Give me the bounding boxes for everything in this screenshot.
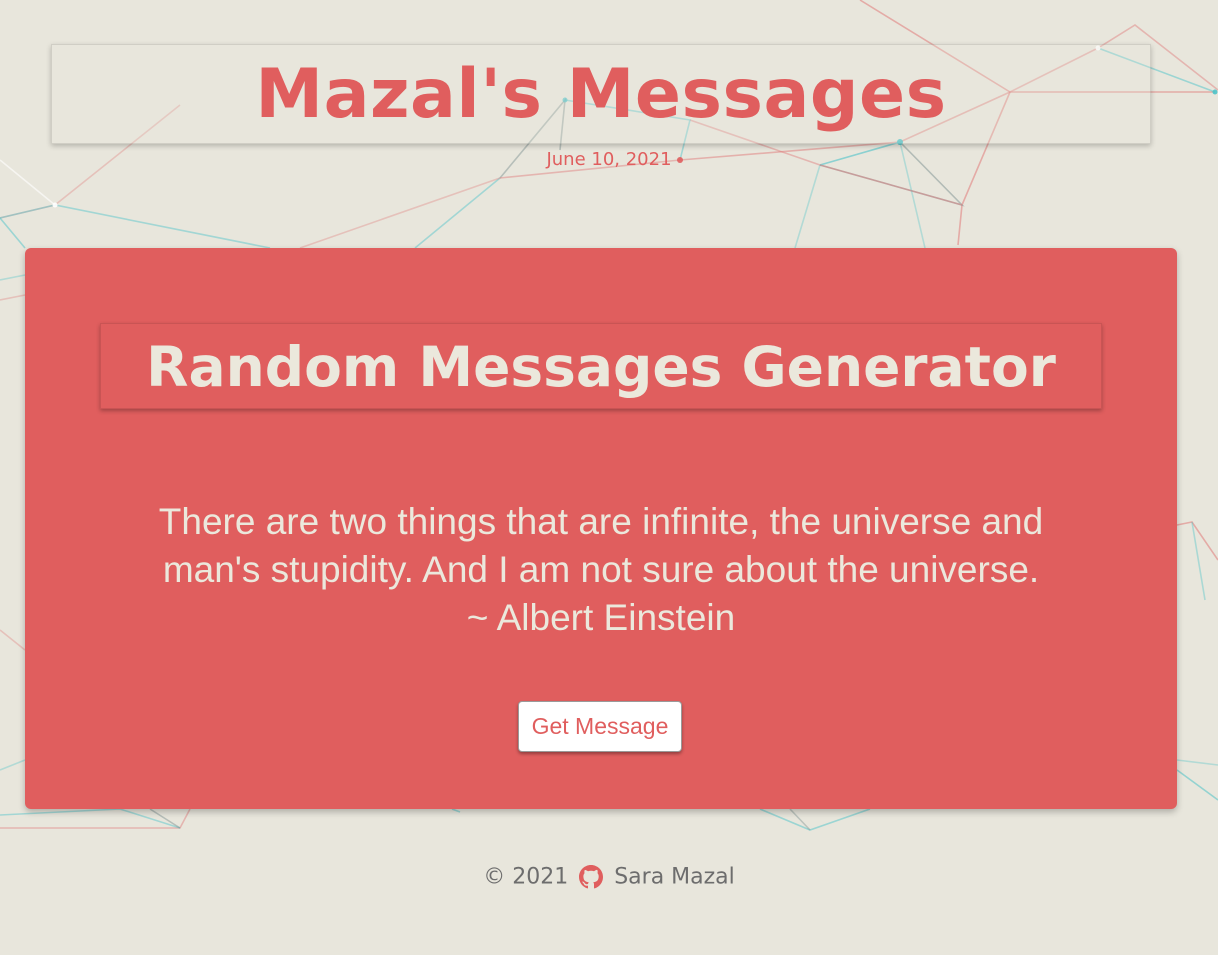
message-card: Random Messages Generator There are two … bbox=[25, 248, 1177, 809]
footer-author-link[interactable]: Sara Mazal bbox=[614, 865, 735, 890]
site-header: Mazal's Messages bbox=[51, 44, 1151, 144]
quote-text: There are two things that are infinite, … bbox=[158, 501, 1044, 590]
footer: © 2021 Sara Mazal bbox=[0, 864, 1218, 890]
get-message-button[interactable]: Get Message bbox=[518, 701, 682, 752]
site-title: Mazal's Messages bbox=[255, 55, 947, 134]
header-date: June 10, 2021 bbox=[546, 149, 672, 170]
quote-author: ~ Albert Einstein bbox=[466, 597, 736, 638]
footer-copyright: © 2021 bbox=[483, 864, 569, 890]
card-title: Random Messages Generator bbox=[146, 335, 1056, 399]
github-icon[interactable] bbox=[579, 865, 604, 889]
card-title-box: Random Messages Generator bbox=[100, 323, 1102, 409]
quote-block: There are two things that are infinite, … bbox=[110, 498, 1092, 642]
